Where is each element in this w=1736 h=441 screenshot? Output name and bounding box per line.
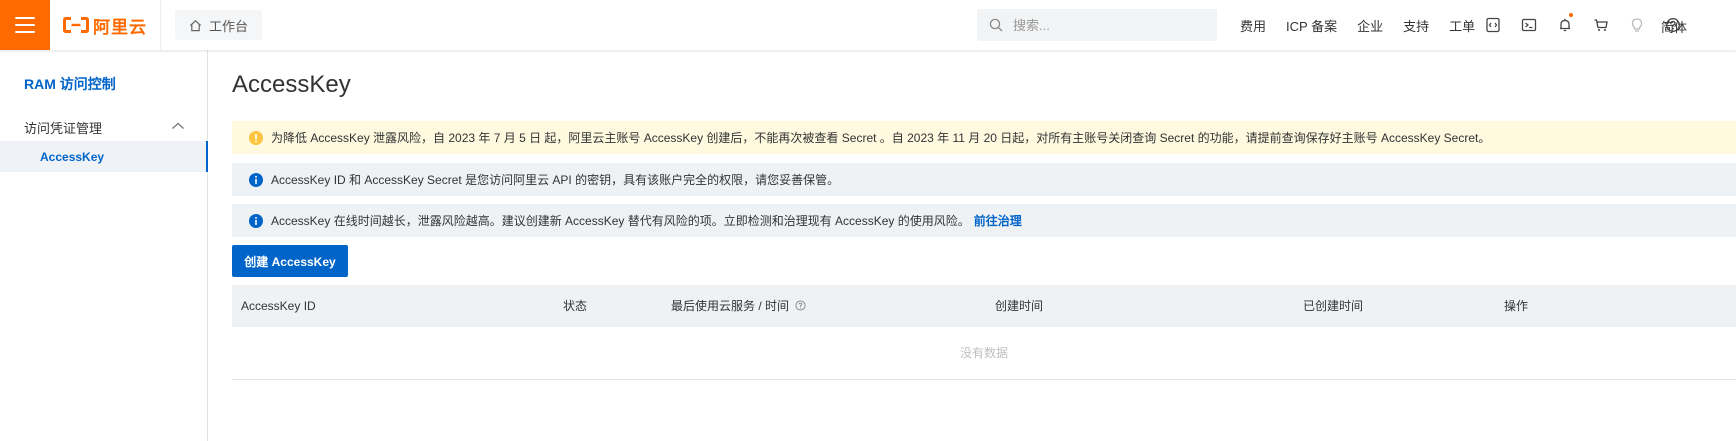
warning-alert: 为降低 AccessKey 泄露风险，自 2023 年 7 月 5 日 起，阿里… (232, 121, 1736, 154)
sidebar-item-label: AccessKey (40, 149, 105, 164)
bell-icon-button[interactable] (1547, 0, 1583, 50)
column-header-last-used: 最后使用云服务 / 时间 (671, 285, 806, 327)
header-nav-links: 费用 ICP 备案 企业 支持 工单 (1240, 0, 1495, 50)
page-title: AccessKey (232, 71, 351, 98)
lightbulb-icon-button[interactable] (1619, 0, 1655, 50)
nav-link-tickets[interactable]: 工单 (1449, 16, 1475, 35)
terminal-icon (1521, 18, 1537, 32)
cart-icon-button[interactable] (1583, 0, 1619, 50)
bell-icon (1560, 18, 1570, 32)
column-header-status: 状态 (563, 299, 588, 313)
warning-alert-text: 为降低 AccessKey 泄露风险，自 2023 年 7 月 5 日 起，阿里… (271, 131, 1491, 145)
nav-link-enterprise[interactable]: 企业 (1357, 16, 1383, 35)
warning-icon (249, 130, 263, 145)
workbench-label: 工作台 (209, 18, 249, 34)
aliyun-logo[interactable]: 阿里云 (50, 0, 161, 50)
info-alert-keys-text: AccessKey ID 和 AccessKey Secret 是您访问阿里云 … (271, 173, 840, 187)
lightbulb-icon (1631, 18, 1643, 32)
hamburger-icon (15, 17, 35, 33)
code-icon (1486, 17, 1500, 33)
column-header-actions: 操作 (1504, 299, 1529, 313)
nav-link-billing[interactable]: 费用 (1240, 16, 1266, 35)
search-input[interactable] (1011, 16, 1205, 34)
nav-link-icp[interactable]: ICP 备案 (1286, 16, 1337, 35)
help-circle-icon[interactable] (795, 300, 806, 311)
search-box[interactable] (977, 9, 1217, 41)
home-icon (189, 19, 202, 31)
sidebar-group-label: 访问凭证管理 (24, 120, 103, 136)
sidebar-title[interactable]: RAM 访问控制 (24, 74, 116, 94)
table-header: AccessKey ID 状态 最后使用云服务 / 时间 创建时间 已创建时间 … (232, 285, 1736, 327)
notification-dot (1569, 13, 1573, 17)
empty-state: 没有数据 (232, 327, 1736, 380)
code-icon-button[interactable] (1475, 0, 1511, 50)
info-icon (249, 172, 263, 187)
column-header-created-duration: 已创建时间 (1303, 299, 1364, 313)
accesskey-table: AccessKey ID 状态 最后使用云服务 / 时间 创建时间 已创建时间 … (232, 285, 1736, 380)
header-icon-bar (1475, 0, 1691, 50)
cart-icon (1594, 19, 1608, 31)
sidebar: RAM 访问控制 访问凭证管理 AccessKey (0, 50, 208, 441)
terminal-icon-button[interactable] (1511, 0, 1547, 50)
workbench-button[interactable]: 工作台 (175, 10, 263, 40)
info-icon (249, 213, 263, 228)
language-switch[interactable]: 简体 (1661, 17, 1687, 36)
column-header-accesskey-id: AccessKey ID (241, 299, 316, 313)
info-alert-risk-text: AccessKey 在线时间越长，泄露风险越高。建议创建新 AccessKey … (271, 214, 970, 228)
sidebar-group-credentials[interactable]: 访问凭证管理 (0, 112, 207, 142)
create-accesskey-button[interactable]: 创建 AccessKey (232, 245, 348, 277)
nav-link-support[interactable]: 支持 (1403, 16, 1429, 35)
search-icon (989, 18, 1003, 32)
chevron-up-icon (172, 122, 184, 129)
aliyun-logo-icon (63, 17, 89, 33)
column-header-created-time: 创建时间 (995, 299, 1044, 313)
govern-now-link[interactable]: 前往治理 (974, 212, 1022, 229)
top-navbar: 阿里云 工作台 费用 ICP 备案 企业 支持 工单 (0, 0, 1736, 50)
info-alert-risk: AccessKey 在线时间越长，泄露风险越高。建议创建新 AccessKey … (232, 204, 1736, 237)
logo-text: 阿里云 (93, 17, 147, 37)
sidebar-item-accesskey[interactable]: AccessKey (0, 141, 208, 172)
column-header-last-used-label: 最后使用云服务 / 时间 (671, 299, 790, 313)
menu-button[interactable] (0, 0, 50, 50)
info-alert-keys: AccessKey ID 和 AccessKey Secret 是您访问阿里云 … (232, 163, 1736, 196)
